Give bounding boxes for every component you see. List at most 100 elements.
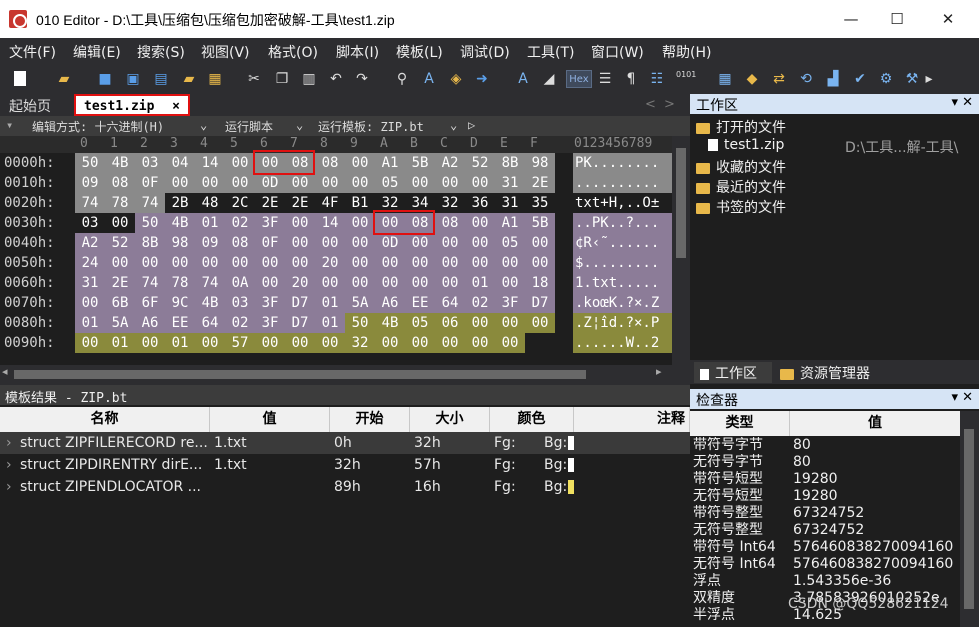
hex-byte[interactable]: 00 xyxy=(525,233,555,253)
tree-file-test1[interactable]: test1.zip xyxy=(708,137,784,153)
hex-byte[interactable]: 74 xyxy=(135,273,165,293)
hex-byte[interactable]: 00 xyxy=(465,253,495,273)
hex-byte[interactable]: 01 xyxy=(75,313,105,333)
bg-color-swatch[interactable] xyxy=(568,458,574,472)
hex-byte[interactable]: 18 xyxy=(525,273,555,293)
hex-byte[interactable]: 3F xyxy=(255,313,285,333)
minimize-button[interactable]: — xyxy=(828,0,874,38)
hex-byte[interactable]: 08 xyxy=(105,173,135,193)
tab-workspace[interactable]: 工作区 xyxy=(694,362,772,383)
hex-byte[interactable]: 00 xyxy=(225,153,255,173)
hex-byte[interactable]: 36 xyxy=(465,193,495,213)
hex-byte[interactable]: 32 xyxy=(435,193,465,213)
inspector-row[interactable]: 无符号短型 19280 xyxy=(690,488,979,505)
hex-byte[interactable]: 02 xyxy=(465,293,495,313)
ascii-row[interactable]: txt+H,..O± xyxy=(573,193,672,213)
hex-byte[interactable]: 00 xyxy=(465,333,495,353)
open-folder-icon[interactable]: ▰ xyxy=(55,70,73,88)
hex-byte[interactable]: 00 xyxy=(75,293,105,313)
hex-byte[interactable]: 00 xyxy=(255,333,285,353)
hex-byte[interactable]: 78 xyxy=(105,193,135,213)
inspector-row[interactable]: 无符号整型 67324752 xyxy=(690,522,979,539)
histogram-icon[interactable]: ▟ xyxy=(824,70,842,88)
bg-color-swatch[interactable] xyxy=(568,436,574,450)
ascii-row[interactable]: PK........ xyxy=(573,153,672,173)
hex-byte[interactable]: 6F xyxy=(135,293,165,313)
hex-byte[interactable]: 2B xyxy=(165,193,195,213)
binary-icon[interactable]: 0101 xyxy=(676,70,696,88)
copy-icon[interactable]: ❐ xyxy=(273,70,291,88)
hex-byte[interactable]: 00 xyxy=(375,273,405,293)
hex-byte[interactable]: 9C xyxy=(165,293,195,313)
hex-byte[interactable]: 00 xyxy=(345,213,375,233)
hex-byte[interactable]: A1 xyxy=(495,213,525,233)
col-size[interactable]: 大小 xyxy=(410,407,490,432)
cut-icon[interactable]: ✂ xyxy=(245,70,263,88)
hex-byte[interactable]: 00 xyxy=(495,333,525,353)
tab-test1-zip[interactable]: test1.zip × xyxy=(74,94,190,116)
hex-byte[interactable]: 5B xyxy=(405,153,435,173)
hex-byte[interactable]: 0F xyxy=(255,233,285,253)
inspector-row[interactable]: 无符号 Int64 576460838270094160 xyxy=(690,556,979,573)
hex-byte[interactable]: 98 xyxy=(165,233,195,253)
template-row[interactable]: › struct ZIPFILERECORD re... 1.txt 0h 32h Fg:… xyxy=(0,432,690,454)
hex-byte[interactable]: 00 xyxy=(315,233,345,253)
panel-controls[interactable]: ▾ ✕ xyxy=(951,390,973,405)
hex-mode-toggle[interactable]: Hex xyxy=(566,70,592,88)
hex-byte[interactable]: 03 xyxy=(225,293,255,313)
checksum-icon[interactable]: ⟲ xyxy=(797,70,815,88)
hex-byte[interactable]: 8B xyxy=(135,233,165,253)
hex-byte[interactable]: 52 xyxy=(105,233,135,253)
hex-byte[interactable]: 20 xyxy=(285,273,315,293)
hex-byte[interactable]: 00 xyxy=(285,173,315,193)
hex-byte[interactable]: 00 xyxy=(375,333,405,353)
ascii-row[interactable]: $......... xyxy=(573,253,672,273)
inspector-row[interactable]: 带符号短型 19280 xyxy=(690,471,979,488)
hex-byte[interactable]: A1 xyxy=(375,153,405,173)
hex-byte[interactable]: 00 xyxy=(105,253,135,273)
menu-help[interactable]: 帮助(H) xyxy=(662,42,711,62)
scroll-right-icon[interactable]: ▸ xyxy=(656,365,662,378)
hex-byte[interactable]: 35 xyxy=(525,193,555,213)
options-collapse-icon[interactable]: ▾ xyxy=(6,118,13,132)
hex-byte[interactable]: 98 xyxy=(525,153,555,173)
hex-byte[interactable]: D7 xyxy=(285,293,315,313)
ascii-row[interactable]: ¢R‹˜...... xyxy=(573,233,672,253)
hex-byte[interactable]: 24 xyxy=(75,253,105,273)
menu-debug[interactable]: 调试(D) xyxy=(460,42,510,62)
scroll-thumb[interactable] xyxy=(676,148,686,258)
hex-byte[interactable]: 74 xyxy=(195,273,225,293)
chevron-down-icon[interactable]: ⌄ xyxy=(450,118,457,132)
hex-byte[interactable]: 00 xyxy=(255,273,285,293)
hex-byte[interactable]: 00 xyxy=(405,173,435,193)
menu-edit[interactable]: 编辑(E) xyxy=(73,42,121,62)
hex-byte[interactable]: 00 xyxy=(435,173,465,193)
hex-byte[interactable]: 2E xyxy=(525,173,555,193)
hex-byte[interactable]: 00 xyxy=(225,173,255,193)
hex-byte[interactable]: 08 xyxy=(225,233,255,253)
hex-byte[interactable]: 3F xyxy=(495,293,525,313)
inspector-col-value[interactable]: 值 xyxy=(790,411,960,436)
ascii-row[interactable]: .......... xyxy=(573,173,672,193)
hex-byte[interactable]: 05 xyxy=(405,313,435,333)
hex-byte[interactable]: A2 xyxy=(75,233,105,253)
hex-byte[interactable]: 00 xyxy=(285,233,315,253)
hex-byte[interactable]: 8B xyxy=(495,153,525,173)
verify-icon[interactable]: ✔ xyxy=(851,70,869,88)
hex-byte[interactable]: 00 xyxy=(315,173,345,193)
hex-byte[interactable]: 00 xyxy=(495,313,525,333)
hex-vertical-scrollbar[interactable] xyxy=(672,136,690,365)
hex-byte[interactable]: 3F xyxy=(255,293,285,313)
hex-byte[interactable]: 00 xyxy=(465,233,495,253)
hex-byte[interactable]: 32 xyxy=(345,333,375,353)
hex-byte[interactable]: 57 xyxy=(225,333,255,353)
chevron-down-icon[interactable]: ⌄ xyxy=(296,118,303,132)
hex-byte[interactable]: 00 xyxy=(345,273,375,293)
template-icon[interactable]: ◆ xyxy=(743,70,761,88)
hex-byte[interactable]: 00 xyxy=(195,253,225,273)
menu-view[interactable]: 视图(V) xyxy=(201,42,250,62)
hex-byte[interactable]: 4B xyxy=(195,293,225,313)
bg-color-swatch[interactable] xyxy=(568,480,574,494)
menu-search[interactable]: 搜索(S) xyxy=(137,42,185,62)
hex-byte[interactable]: 00 xyxy=(375,253,405,273)
